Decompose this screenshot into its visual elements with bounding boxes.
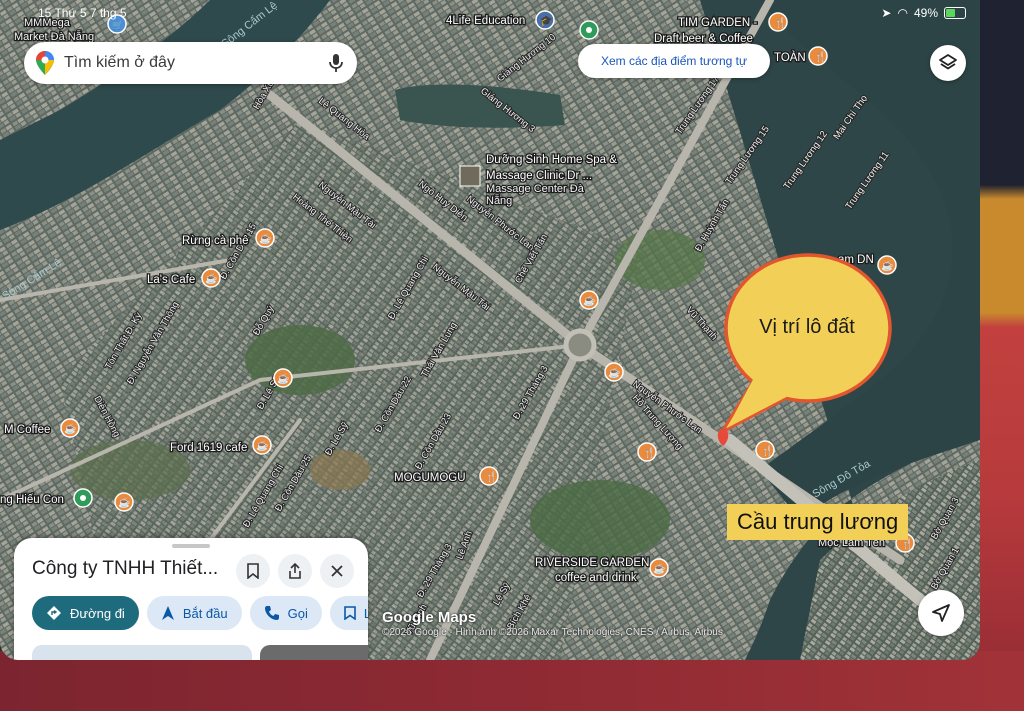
- restaurant-icon: 🍴: [643, 446, 655, 459]
- save-label: L: [363, 605, 368, 621]
- start-button[interactable]: Bắt đầu: [146, 596, 242, 630]
- poi-park[interactable]: [579, 20, 599, 40]
- poi-label: M Coffee: [4, 424, 50, 436]
- poi-cafe[interactable]: ☕: [604, 362, 624, 382]
- my-location-button[interactable]: [918, 590, 964, 636]
- poi-cafe[interactable]: ☕: [255, 228, 275, 248]
- place-photo[interactable]: [32, 645, 252, 660]
- poi-restaurant[interactable]: 🍴: [637, 442, 657, 462]
- cafe-icon: ☕: [277, 372, 289, 385]
- battery-icon: [944, 7, 966, 19]
- mic-icon[interactable]: [325, 52, 347, 74]
- layers-button[interactable]: [930, 45, 966, 81]
- bookmark-icon: [344, 606, 356, 620]
- close-icon: [331, 565, 343, 577]
- cafe-icon: ☕: [653, 562, 665, 575]
- wallpaper-bottom: [0, 651, 1024, 711]
- poi-label: Massage Center Đà: [486, 183, 585, 195]
- cafe-icon: ☕: [583, 294, 595, 307]
- action-chips: Đường đi Bắt đầu Gọi L: [32, 596, 368, 630]
- cafe-icon: ☕: [118, 496, 130, 509]
- call-button[interactable]: Gọi: [249, 596, 322, 630]
- layers-icon: [939, 54, 957, 70]
- poi-label: La's Cafe: [147, 274, 195, 286]
- poi-label: RIVERSIDE GARDEN: [535, 557, 649, 569]
- poi-label: ng Hiếu Con: [0, 494, 64, 506]
- bridge-label: Cầu trung lương: [727, 504, 909, 540]
- poi-label: MOGUMOGU: [394, 472, 466, 484]
- poi-restaurant[interactable]: 🍴: [808, 46, 828, 66]
- status-bar: 15 Thứ 5 7 thg 5 ➤ ◠ 49%: [0, 5, 980, 23]
- place-photo[interactable]: [260, 645, 368, 660]
- poi-label: Dưỡng Sinh Home Spa &: [486, 154, 617, 166]
- directions-button[interactable]: Đường đi: [32, 596, 139, 630]
- restaurant-icon: 🍴: [485, 470, 497, 483]
- battery-percent: 49%: [913, 6, 938, 20]
- poi-spa[interactable]: [459, 165, 481, 187]
- location-arrow-icon: ➤: [881, 6, 892, 20]
- poi-label: coffee and drink: [555, 572, 637, 584]
- poi-cafe[interactable]: ☕: [649, 558, 669, 578]
- poi-restaurant[interactable]: 🍴: [755, 440, 775, 460]
- callout-label: Vị trí lô đất: [759, 316, 855, 338]
- wifi-icon: ◠: [897, 6, 908, 20]
- start-label: Bắt đầu: [182, 605, 228, 621]
- restaurant-icon: 🍴: [814, 50, 826, 63]
- poi-cafe[interactable]: ☕: [201, 268, 221, 288]
- poi-cafe[interactable]: ☕: [252, 435, 272, 455]
- save-chip[interactable]: L: [329, 596, 368, 630]
- locate-arrow-icon: [932, 604, 950, 622]
- sheet-grabber[interactable]: [172, 544, 210, 548]
- maps-pin-icon: [36, 51, 54, 75]
- poi-label: TOÀN: [774, 51, 806, 64]
- navigate-icon: [161, 606, 174, 620]
- cafe-icon: ☕: [205, 272, 217, 285]
- share-icon: [289, 563, 301, 579]
- call-label: Gọi: [287, 605, 308, 621]
- maps-window: Sông Cẩm Lệ Sông Cẩm Lệ Sông Đô Tỏa Nguy…: [0, 0, 980, 660]
- search-bar[interactable]: Tìm kiếm ở đây: [24, 42, 357, 84]
- search-input[interactable]: Tìm kiếm ở đây: [64, 54, 325, 72]
- cafe-icon: ☕: [259, 232, 271, 245]
- place-title: Công ty TNHH Thiết...: [32, 558, 219, 579]
- poi-restaurant[interactable]: 🍴: [479, 466, 499, 486]
- save-button[interactable]: [236, 554, 270, 588]
- poi-label: Nẵng: [486, 194, 512, 207]
- close-button[interactable]: [320, 554, 354, 588]
- poi-cafe[interactable]: ☕: [114, 492, 134, 512]
- directions-icon: [47, 606, 61, 620]
- directions-label: Đường đi: [70, 605, 125, 621]
- poi-label: Ford 1619 cafe: [170, 442, 247, 454]
- place-sheet[interactable]: Công ty TNHH Thiết... Đường đi Bắt đầu G…: [14, 538, 368, 660]
- poi-cafe[interactable]: ☕: [877, 255, 897, 275]
- bookmark-icon: [247, 563, 259, 579]
- status-time: 15 Thứ 5 7 thg 5: [38, 6, 127, 20]
- poi-park[interactable]: [73, 488, 93, 508]
- poi-cafe[interactable]: ☕: [273, 368, 293, 388]
- imagery-credit: ©2026 Google · Hình ảnh ©2026 Maxar Tech…: [382, 627, 723, 638]
- similar-places-button[interactable]: Xem các địa điểm tương tự: [578, 44, 770, 78]
- cafe-icon: ☕: [608, 366, 620, 379]
- cafe-icon: ☕: [881, 259, 893, 272]
- poi-cafe[interactable]: ☕: [60, 418, 80, 438]
- poi-label: Rừng cà phê: [182, 235, 249, 247]
- phone-icon: [264, 606, 279, 620]
- cafe-icon: ☕: [256, 439, 268, 452]
- poi-cafe[interactable]: ☕: [579, 290, 599, 310]
- cafe-icon: ☕: [64, 422, 76, 435]
- share-button[interactable]: [278, 554, 312, 588]
- google-maps-logo: Google Maps: [382, 609, 477, 626]
- restaurant-icon: 🍴: [761, 444, 773, 457]
- poi-label: Massage Clinic Dr ...: [486, 170, 592, 182]
